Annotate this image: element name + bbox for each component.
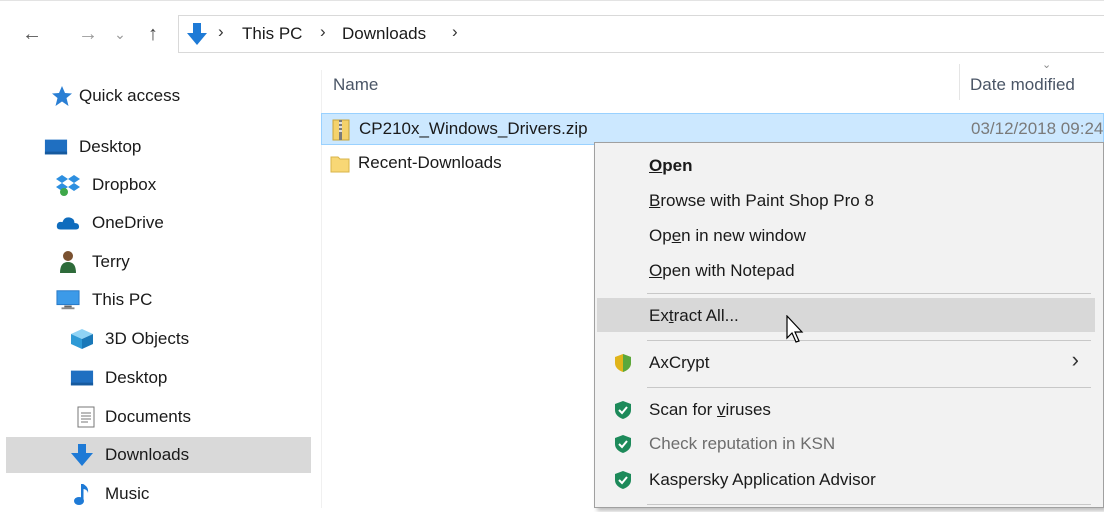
menu-item-label: Kaspersky Application Advisor (649, 470, 876, 489)
sidebar-item-label: This PC (92, 290, 153, 309)
menu-item-kaspersky-advisor[interactable]: Kaspersky Application Advisor (597, 462, 1095, 496)
sidebar-item-label: Quick access (79, 86, 181, 105)
kaspersky-icon (613, 470, 633, 490)
star-icon (50, 84, 74, 108)
breadcrumb-separator[interactable]: › (452, 22, 458, 42)
menu-item-label: Open with Notepad (649, 261, 795, 280)
sidebar-item-desktop-pc[interactable]: Desktop (6, 360, 311, 396)
column-header-date-modified[interactable]: Date modified (970, 75, 1075, 95)
kaspersky-icon (613, 400, 633, 420)
menu-item-label: Scan for viruses (649, 400, 771, 419)
sidebar-item-desktop[interactable]: Desktop (6, 129, 311, 165)
menu-item-scan-viruses[interactable]: Scan for viruses (597, 392, 1095, 426)
breadcrumb-this-pc[interactable]: This PC (242, 24, 302, 44)
address-bar[interactable] (178, 15, 1104, 53)
document-icon (74, 405, 98, 429)
menu-item-label: Check reputation in KSN (649, 434, 836, 453)
chevron-down-icon: ⌄ (114, 25, 126, 42)
menu-item-label: Open in new window (649, 226, 806, 245)
menu-item-label: AxCrypt (649, 353, 710, 372)
dropbox-icon (56, 173, 80, 197)
sidebar-item-downloads[interactable]: Downloads (6, 437, 311, 473)
up-button[interactable]: ↑ (142, 22, 164, 46)
sidebar-item-this-pc[interactable]: This PC (6, 282, 311, 318)
menu-item-axcrypt[interactable]: AxCrypt › (597, 345, 1095, 379)
menu-separator (647, 340, 1091, 341)
menu-separator (647, 387, 1091, 388)
cube-icon (70, 327, 94, 351)
sidebar-item-dropbox[interactable]: Dropbox (6, 167, 311, 203)
menu-item-label: Open (649, 156, 693, 175)
onedrive-icon (56, 211, 80, 235)
sidebar-item-onedrive[interactable]: OneDrive (6, 205, 311, 241)
mouse-cursor-icon (786, 314, 806, 350)
desktop-icon (70, 366, 94, 390)
music-icon (70, 482, 94, 506)
sidebar-item-quick-access[interactable]: Quick access (6, 78, 311, 114)
file-date-modified: 03/12/2018 09:24 (971, 119, 1104, 138)
sidebar-item-label: 3D Objects (105, 329, 190, 348)
sidebar-item-documents[interactable]: Documents (6, 399, 311, 435)
folder-icon (329, 153, 351, 180)
axcrypt-icon (613, 353, 633, 373)
menu-separator (647, 504, 1091, 505)
menu-item-open[interactable]: Open (597, 148, 1095, 182)
menu-item-browse-paint-shop-pro[interactable]: Browse with Paint Shop Pro 8 (597, 183, 1095, 217)
menu-item-label: Browse with Paint Shop Pro 8 (649, 191, 874, 210)
menu-item-open-new-window[interactable]: Open in new window (597, 218, 1095, 252)
sidebar-item-label: Dropbox (92, 175, 157, 194)
zip-folder-icon (330, 119, 352, 146)
sidebar-item-music[interactable]: Music (6, 476, 311, 512)
download-icon (70, 443, 94, 467)
sidebar-item-label: OneDrive (92, 213, 164, 232)
user-icon (56, 250, 80, 274)
sidebar-item-label: Desktop (105, 368, 168, 387)
column-header-name[interactable]: Name (333, 75, 378, 95)
back-button[interactable]: ← (20, 22, 44, 46)
sidebar-item-label: Desktop (79, 137, 142, 156)
sidebar-item-label: Documents (105, 407, 191, 426)
sidebar-item-label: Downloads (105, 445, 190, 464)
menu-item-check-reputation: Check reputation in KSN (597, 426, 1095, 460)
file-row-zip[interactable]: CP210x_Windows_Drivers.zip 03/12/2018 09… (321, 113, 1104, 145)
file-name: CP210x_Windows_Drivers.zip (359, 119, 588, 138)
menu-separator (647, 293, 1091, 294)
recent-locations-button[interactable]: ⌄ (110, 22, 130, 46)
menu-item-label: Extract All... (649, 306, 739, 325)
download-location-icon (186, 22, 208, 51)
sidebar-item-terry[interactable]: Terry (6, 244, 311, 280)
breadcrumb-downloads[interactable]: Downloads (342, 24, 426, 44)
file-name: Recent-Downloads (358, 153, 502, 172)
sidebar-item-3d-objects[interactable]: 3D Objects (6, 321, 311, 357)
context-menu: Open Browse with Paint Shop Pro 8 Open i… (594, 142, 1104, 508)
sort-chevron-icon: ⌄ (1042, 59, 1052, 71)
column-divider[interactable] (959, 64, 960, 100)
menu-item-extract-all[interactable]: Extract All... (597, 298, 1095, 332)
window-top-edge (0, 0, 1104, 1)
forward-arrow-icon: → (78, 22, 98, 45)
kaspersky-icon (613, 434, 633, 454)
navigation-pane: Quick access Desktop Dropbox OneDrive Te… (0, 70, 312, 508)
breadcrumb-separator: › (218, 22, 224, 41)
back-arrow-icon: ← (22, 22, 42, 45)
submenu-chevron-icon: › (1071, 347, 1079, 372)
up-arrow-icon: ↑ (148, 22, 158, 45)
breadcrumb-separator: › (320, 22, 326, 41)
computer-icon (56, 288, 80, 312)
forward-button[interactable]: → (76, 22, 100, 46)
sidebar-item-label: Music (105, 484, 150, 503)
menu-item-open-with-notepad[interactable]: Open with Notepad (597, 253, 1095, 287)
desktop-icon (44, 135, 68, 159)
sidebar-item-label: Terry (92, 252, 130, 271)
